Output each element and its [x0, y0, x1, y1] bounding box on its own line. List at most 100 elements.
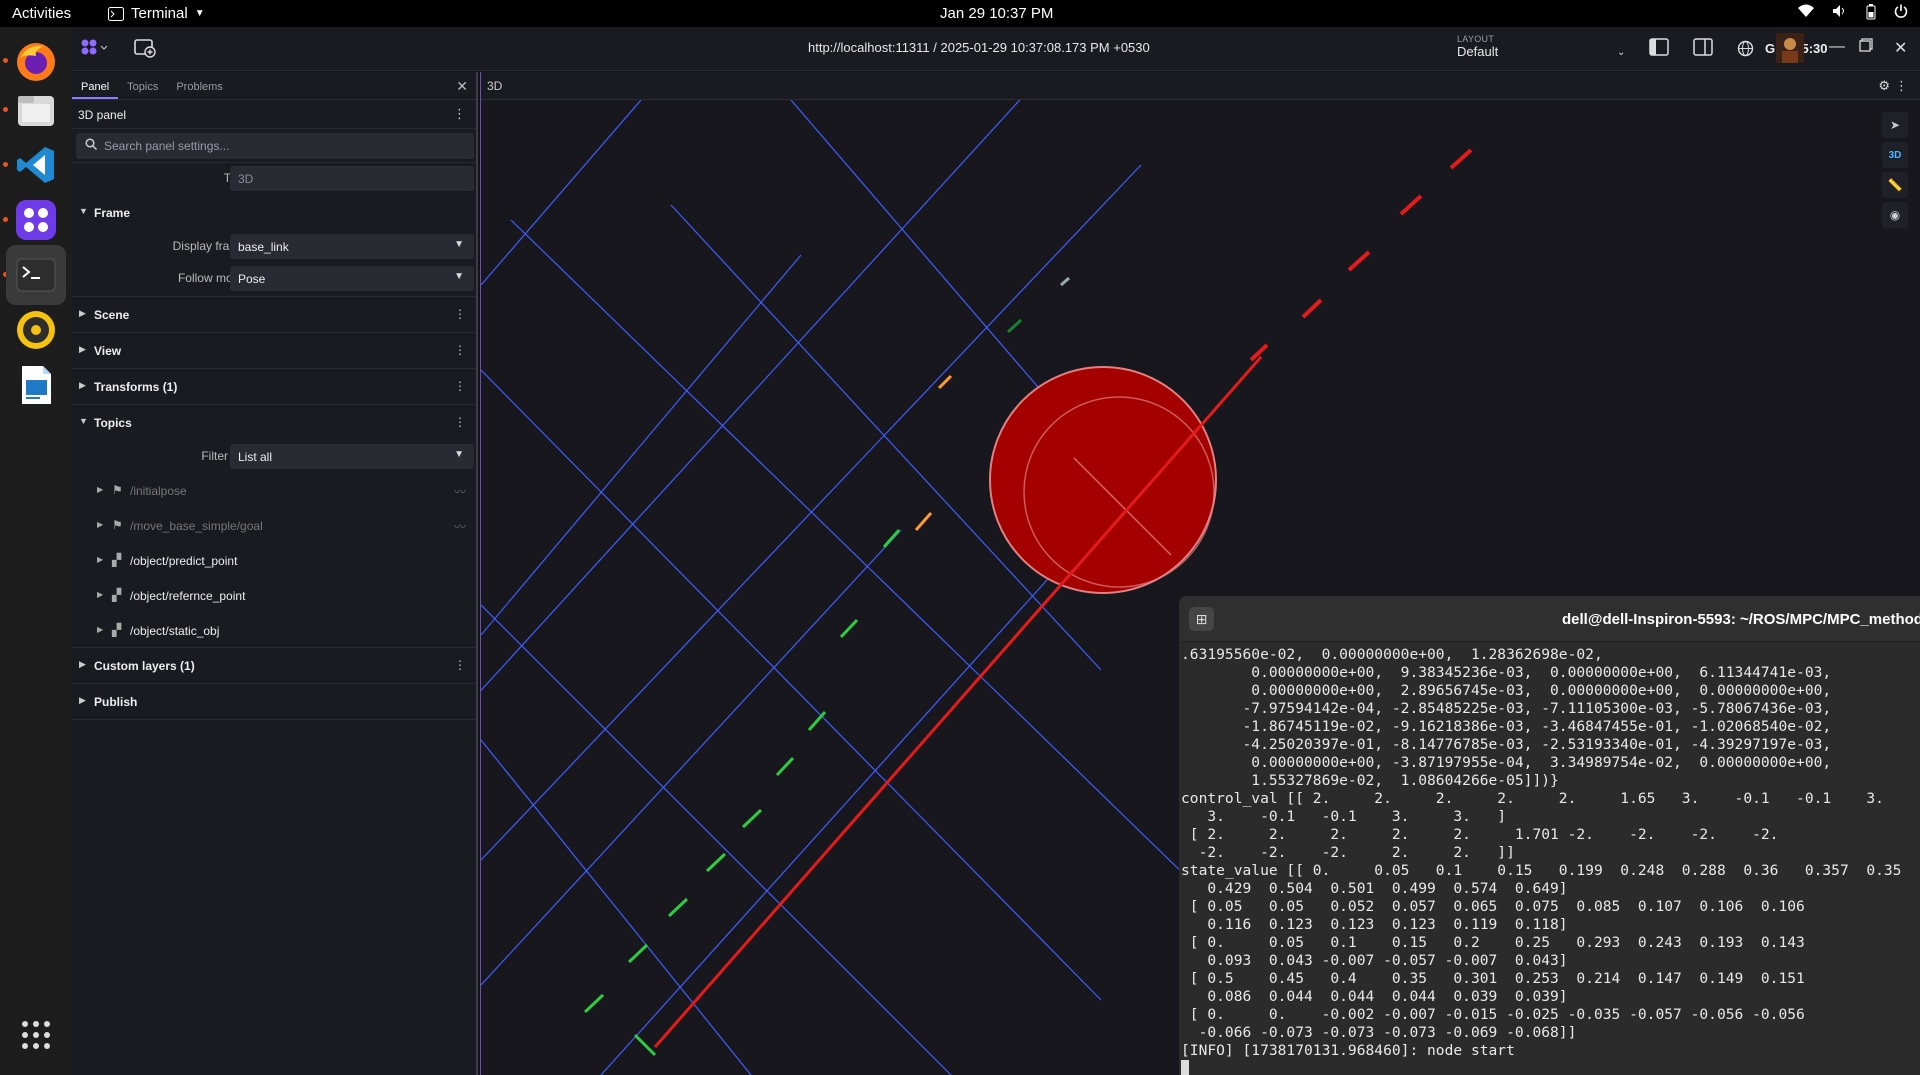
display-frame-select[interactable]: base_link ▼: [230, 234, 474, 259]
section-custom-layers[interactable]: ▶ Custom layers (1) ⋮: [72, 648, 476, 684]
section-view[interactable]: ▶ View ⋮: [72, 333, 476, 369]
eye-closed-icon[interactable]: 〰: [454, 518, 466, 535]
panel-name: 3D panel: [78, 108, 127, 122]
follow-mode-field: Follow mode Pose ▼: [72, 263, 476, 297]
gear-icon[interactable]: ⚙: [1878, 78, 1890, 94]
settings-search[interactable]: [76, 133, 474, 159]
app-toolbar: http://localhost:11311 / 2025-01-29 10:3…: [72, 27, 1920, 71]
topic-row-predict-point[interactable]: ▶ ▞ /object/predict_point: [72, 543, 476, 578]
terminal-line: -7.97594142e-04, -2.85485225e-03, -7.111…: [1181, 700, 1832, 717]
add-panel-icon[interactable]: [134, 38, 156, 63]
minimize-icon[interactable]: —: [1829, 38, 1845, 56]
tab-panel[interactable]: Panel: [72, 72, 119, 99]
chevron-right-icon: ▶: [97, 555, 104, 564]
dropdown-caret-icon: ▼: [454, 271, 464, 282]
topic-name: /object/predict_point: [130, 554, 238, 568]
more-vertical-icon[interactable]: ⋮: [454, 658, 466, 672]
panel-header: 3D panel ⋮: [72, 100, 476, 129]
3d-panel-title: 3D: [487, 79, 503, 93]
dock-terminal-icon[interactable]: [6, 245, 66, 305]
search-row: [72, 129, 476, 163]
eye-closed-icon[interactable]: 〰: [454, 483, 466, 500]
chevron-right-icon: ▶: [97, 520, 104, 529]
more-vertical-icon[interactable]: ⋮: [453, 106, 466, 122]
more-vertical-icon[interactable]: ⋮: [454, 343, 466, 357]
filter-list-select[interactable]: List all ▼: [230, 444, 474, 469]
close-icon[interactable]: ✕: [1894, 38, 1907, 58]
terminal-line: .63195560e-02, 0.00000000e+00, 1.2836269…: [1181, 646, 1603, 663]
shapes-icon: ▞: [112, 623, 122, 637]
predicted-path: [583, 276, 1070, 1057]
more-vertical-icon[interactable]: ⋮: [454, 307, 466, 321]
more-vertical-icon[interactable]: ⋮: [454, 379, 466, 393]
chevron-right-icon: ▶: [79, 308, 86, 318]
show-apps-icon[interactable]: [6, 1005, 66, 1065]
search-input[interactable]: [104, 137, 444, 155]
terminal-line: state_value [[ 0. 0.05 0.1 0.15 0.199 0.…: [1181, 862, 1902, 879]
section-topics[interactable]: ▼ Topics ⋮: [72, 405, 476, 441]
follow-mode-value: Pose: [238, 272, 266, 286]
topic-row-static-obj[interactable]: ▶ ▞ /object/static_obj: [72, 613, 476, 648]
terminal-line: [INFO] [1738170131.968460]: node start: [1181, 1042, 1515, 1059]
dock-vscode-icon[interactable]: [6, 135, 66, 195]
topic-row-move-base-goal[interactable]: ▶ ⚑ /move_base_simple/goal 〰: [72, 508, 476, 543]
section-view-title: View: [94, 344, 122, 358]
dock-foxglove-icon[interactable]: [6, 190, 66, 250]
section-publish[interactable]: ▶ Publish: [72, 684, 476, 720]
follow-mode-select[interactable]: Pose ▼: [230, 266, 474, 291]
topic-row-refernce-point[interactable]: ▶ ▞ /object/refernce_point: [72, 578, 476, 613]
select-pointer-icon[interactable]: ➤: [1882, 112, 1908, 138]
ruler-icon[interactable]: 📏: [1882, 172, 1908, 198]
section-transforms-title: Transforms (1): [94, 380, 178, 394]
more-vertical-icon[interactable]: ⋮: [454, 415, 466, 429]
terminal-line: -4.25020397e-01, -8.14776785e-03, -2.531…: [1181, 736, 1832, 753]
terminal-line: [ 0.5 0.45 0.4 0.35 0.301 0.253 0.214 0.…: [1181, 970, 1805, 987]
more-vertical-icon[interactable]: ⋮: [1895, 78, 1908, 94]
dock-files-icon[interactable]: [6, 80, 66, 140]
terminal-line: 0.00000000e+00, 9.38345236e-03, 0.000000…: [1181, 664, 1832, 681]
section-scene[interactable]: ▶ Scene ⋮: [72, 297, 476, 333]
dock-rhythmbox-icon[interactable]: [6, 300, 66, 360]
volume-icon: [1832, 4, 1848, 23]
title-field: Title 3D: [72, 163, 476, 195]
search-icon: [85, 138, 98, 153]
terminal-line: [ 0. 0.05 0.1 0.15 0.2 0.25 0.293 0.243 …: [1181, 934, 1805, 951]
section-topics-title: Topics: [94, 416, 132, 430]
app-menu-button[interactable]: [80, 38, 110, 63]
layout-selector[interactable]: LAYOUT Default ⌄: [1457, 34, 1625, 59]
3d-panel-header: 3D ⚙ ⋮: [481, 72, 1920, 100]
title-input[interactable]: 3D: [230, 166, 474, 191]
app-menu[interactable]: Terminal ▼: [108, 5, 205, 22]
publish-point-icon[interactable]: ◉: [1882, 202, 1908, 228]
activities-button[interactable]: Activities: [12, 5, 71, 22]
left-sidebar-toggle-icon[interactable]: [1649, 38, 1669, 61]
chevron-right-icon: ▶: [97, 590, 104, 599]
system-tray[interactable]: [1798, 4, 1908, 23]
close-icon[interactable]: ✕: [456, 78, 468, 95]
topic-row-initialpose[interactable]: ▶ ⚑ /initialpose 〰: [72, 473, 476, 508]
chevron-down-icon: ⌄: [1617, 47, 1626, 58]
filter-list-value: List all: [238, 450, 273, 464]
shapes-icon: ▞: [112, 588, 122, 602]
section-transforms[interactable]: ▶ Transforms (1) ⋮: [72, 369, 476, 405]
clock[interactable]: Jan 29 10:37 PM: [940, 5, 1053, 22]
avatar[interactable]: [1776, 33, 1804, 68]
tab-topics[interactable]: Topics: [118, 72, 167, 99]
section-scene-title: Scene: [94, 308, 130, 322]
terminal-line: 1.55327869e-02, 1.08604266e-05]])}: [1181, 772, 1559, 789]
new-tab-icon[interactable]: ⊞: [1189, 607, 1214, 631]
chevron-right-icon: ▶: [79, 659, 86, 669]
terminal-line: 0.429 0.504 0.501 0.499 0.574 0.649]: [1181, 880, 1568, 897]
3d-mode-toggle[interactable]: 3D: [1882, 142, 1908, 168]
topic-name: /object/static_obj: [130, 624, 220, 638]
terminal-line: 0.00000000e+00, -3.87197955e-04, 3.34989…: [1181, 754, 1832, 771]
data-source-url: http://localhost:11311 / 2025-01-29 10:3…: [808, 40, 1150, 55]
section-frame[interactable]: ▼ Frame: [72, 195, 476, 231]
chevron-down-icon: ▼: [79, 206, 88, 216]
dock-impress-icon[interactable]: [6, 355, 66, 415]
tab-problems[interactable]: Problems: [167, 72, 231, 99]
chevron-down-icon: ▼: [194, 8, 205, 19]
terminal-window[interactable]: ⊞ dell@dell-Inspiron-5593: ~/ROS/MPC/MPC…: [1179, 596, 1920, 1075]
terminal-output[interactable]: .63195560e-02, 0.00000000e+00, 1.2836269…: [1181, 646, 1920, 1075]
maximize-icon[interactable]: [1859, 38, 1873, 57]
